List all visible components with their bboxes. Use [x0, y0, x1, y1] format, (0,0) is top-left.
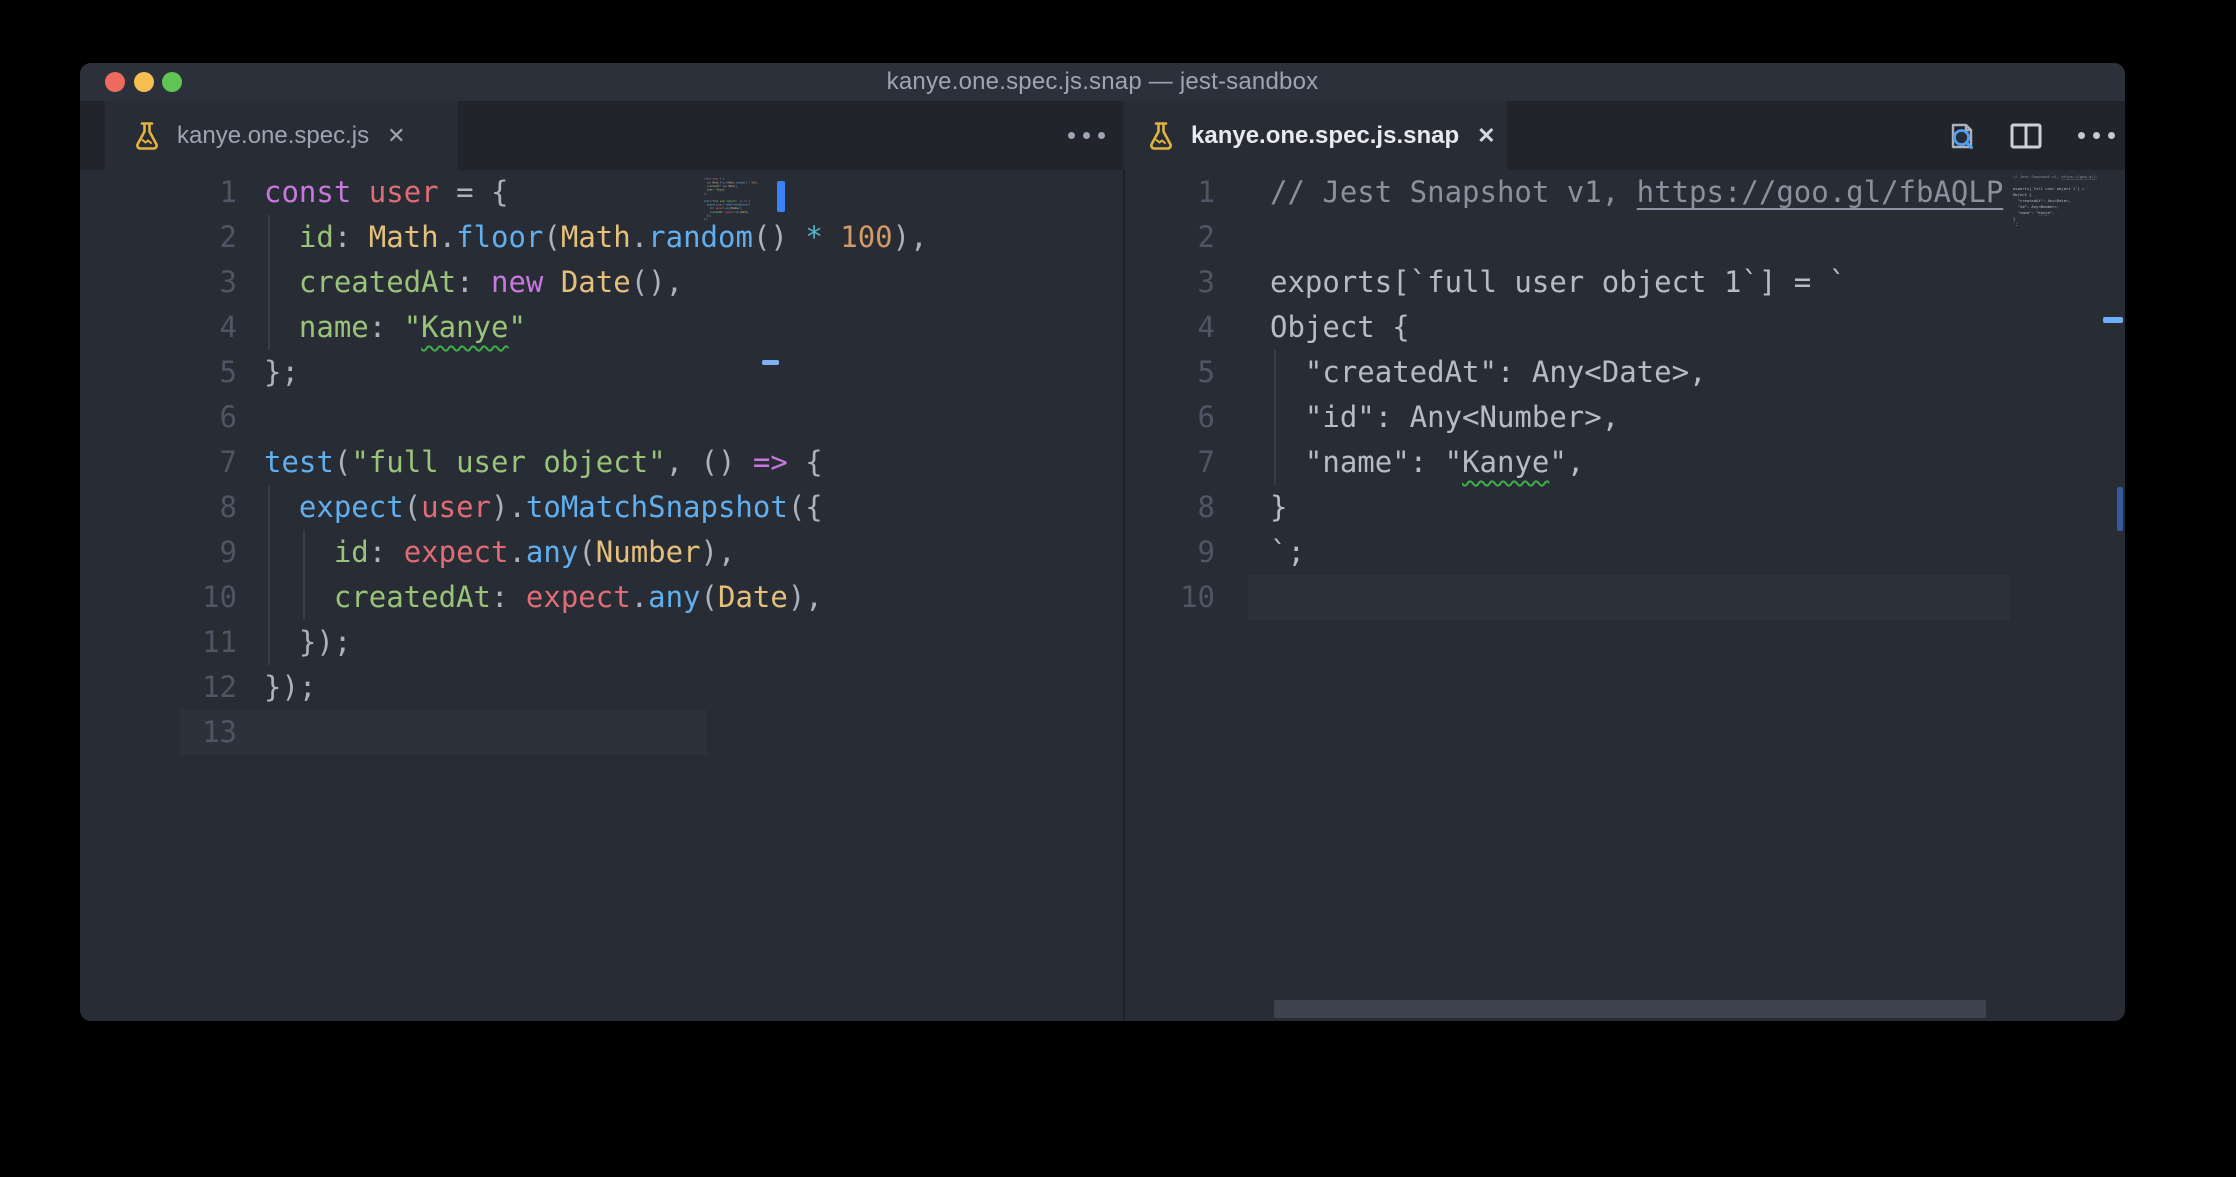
code-line[interactable]: 5 "createdAt": Any<Date>,	[1125, 350, 2125, 395]
tab-bar: kanye.one.spec.js ✕ kanye.one.spec.js.sn…	[80, 101, 2125, 170]
line-number: 7	[80, 440, 237, 485]
code-line[interactable]: 3exports[`full user object 1`] = `	[1125, 260, 2125, 305]
search-document-icon[interactable]	[1944, 118, 1980, 154]
window-title: kanye.one.spec.js.snap — jest-sandbox	[80, 63, 2125, 101]
line-number: 3	[80, 260, 237, 305]
code-line[interactable]: 4 name: "Kanye"	[80, 305, 1123, 350]
tab-label: kanye.one.spec.js	[177, 122, 369, 150]
line-number: 10	[80, 575, 237, 620]
line-number: 5	[1125, 350, 1215, 395]
code-line[interactable]: 3 createdAt: new Date(),	[80, 260, 1123, 305]
line-number: 5	[80, 350, 237, 395]
line-number: 3	[1125, 260, 1215, 305]
code-line[interactable]: 1const user = {	[80, 170, 1123, 215]
code-line[interactable]: 2 id: Math.floor(Math.random() * 100),	[80, 215, 1123, 260]
tab-kanye-one-spec-js[interactable]: kanye.one.spec.js ✕	[105, 101, 458, 170]
more-editor-actions-button[interactable]	[1068, 101, 1105, 170]
code-line[interactable]: 5};	[80, 350, 1123, 395]
line-number: 9	[80, 530, 237, 575]
code-line[interactable]: 1// Jest Snapshot v1, https://goo.gl/fbA…	[1125, 170, 2125, 215]
tab-kanye-one-spec-js-snap[interactable]: kanye.one.spec.js.snap ✕	[1123, 101, 1507, 170]
code-line[interactable]: 4Object {	[1125, 305, 2125, 350]
flask-icon	[1147, 121, 1175, 151]
line-number: 4	[1125, 305, 1215, 350]
line-number: 8	[1125, 485, 1215, 530]
window-titlebar[interactable]: kanye.one.spec.js.snap — jest-sandbox	[80, 63, 2125, 101]
code-line[interactable]: 10	[1125, 575, 2125, 620]
line-number: 9	[1125, 530, 1215, 575]
code-line[interactable]: 13	[80, 710, 1123, 755]
code-line[interactable]: 6 "id": Any<Number>,	[1125, 395, 2125, 440]
code-line[interactable]: 7 "name": "Kanye",	[1125, 440, 2125, 485]
line-number: 2	[1125, 215, 1215, 260]
line-number: 6	[1125, 395, 1215, 440]
more-actions-button[interactable]	[2078, 101, 2115, 170]
line-number: 10	[1125, 575, 1215, 620]
code-line[interactable]: 8}	[1125, 485, 2125, 530]
line-number: 12	[80, 665, 237, 710]
line-number: 7	[1125, 440, 1215, 485]
split-editor-icon[interactable]	[2008, 118, 2044, 154]
line-number: 1	[80, 170, 237, 215]
editor-pane-spec[interactable]: const user = { id: Math.floor(Math.rando…	[80, 170, 1123, 1021]
code-line[interactable]: 12});	[80, 665, 1123, 710]
code-line[interactable]: 11 });	[80, 620, 1123, 665]
code-line[interactable]: 9 id: expect.any(Number),	[80, 530, 1123, 575]
pane-divider[interactable]	[1123, 170, 1125, 1021]
code-line[interactable]: 8 expect(user).toMatchSnapshot({	[80, 485, 1123, 530]
editor-area: const user = { id: Math.floor(Math.rando…	[80, 170, 2125, 1021]
close-tab-icon[interactable]: ✕	[1477, 123, 1495, 149]
line-number: 11	[80, 620, 237, 665]
editor-window: kanye.one.spec.js.snap — jest-sandbox ka…	[80, 63, 2125, 1021]
flask-icon	[133, 121, 161, 151]
code-line[interactable]: 10 createdAt: expect.any(Date),	[80, 575, 1123, 620]
line-number: 6	[80, 395, 237, 440]
horizontal-scrollbar[interactable]	[1274, 1000, 1986, 1018]
line-number: 2	[80, 215, 237, 260]
tab-label: kanye.one.spec.js.snap	[1191, 122, 1459, 150]
line-number: 13	[80, 710, 237, 755]
code-line[interactable]: 2	[1125, 215, 2125, 260]
code-line[interactable]: 9`;	[1125, 530, 2125, 575]
close-tab-icon[interactable]: ✕	[387, 123, 405, 149]
code-line[interactable]: 7test("full user object", () => {	[80, 440, 1123, 485]
code-line[interactable]: 6	[80, 395, 1123, 440]
line-number: 8	[80, 485, 237, 530]
line-number: 4	[80, 305, 237, 350]
editor-pane-snapshot[interactable]: // Jest Snapshot v1, https://goo.gl/fbAQ…	[1125, 170, 2125, 1021]
line-number: 1	[1125, 170, 1215, 215]
